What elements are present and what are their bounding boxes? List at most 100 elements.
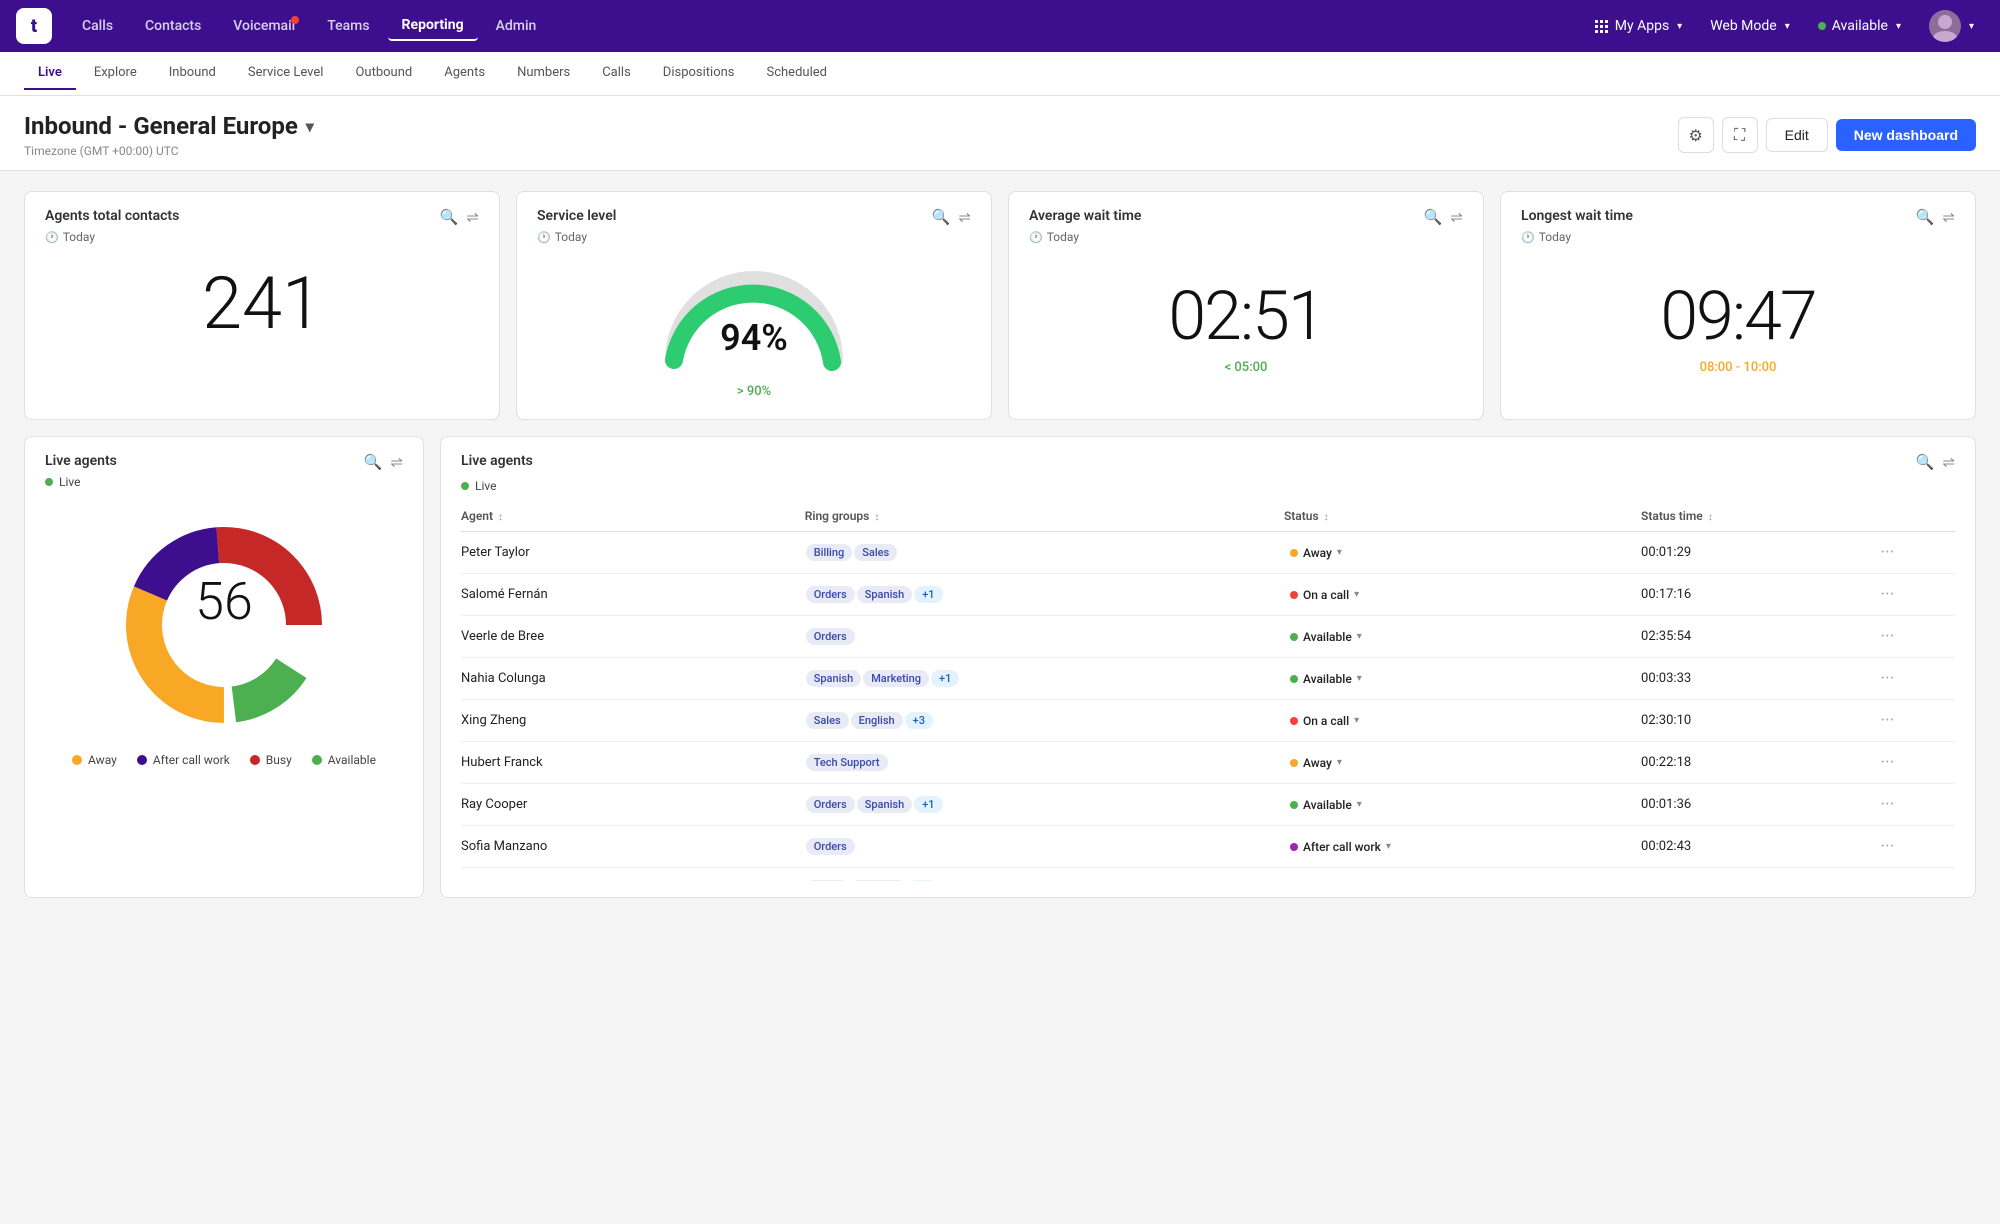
agents-contacts-icons: 🔍 ⇌ (440, 208, 479, 226)
subnav-live[interactable]: Live (24, 57, 76, 90)
subnav-dispositions[interactable]: Dispositions (649, 57, 749, 90)
nav-voicemail[interactable]: Voicemail (219, 12, 309, 40)
avg-wait-icons: 🔍 ⇌ (1424, 208, 1463, 226)
col-status-time[interactable]: Status time ↕ (1641, 501, 1880, 532)
row-more-button[interactable]: ··· (1880, 868, 1955, 882)
status-cell[interactable]: Available ▾ (1284, 616, 1641, 658)
table-row: Salomé FernánOrdersSpanish+1On a call ▾0… (461, 574, 1955, 616)
live-agents-table-filter-icon[interactable]: ⇌ (1942, 453, 1955, 471)
agents-table-header-row: Agent ↕ Ring groups ↕ Status ↕ Status ti… (461, 501, 1955, 532)
status-time-cell: 00:02:43 (1641, 826, 1880, 868)
status-chip[interactable]: Available ▾ (1284, 796, 1368, 814)
agent-name: Hubert Franck (461, 742, 805, 784)
ring-groups-cell: SalesEnglish+3 (805, 700, 1284, 742)
agents-contacts-search-icon[interactable]: 🔍 (440, 208, 459, 226)
status-chip[interactable]: Away ▾ (1284, 754, 1348, 772)
live-agents-donut-icons: 🔍 ⇌ (364, 453, 403, 471)
nav-reporting[interactable]: Reporting (388, 11, 478, 41)
edit-button[interactable]: Edit (1766, 118, 1828, 152)
col-ring-groups[interactable]: Ring groups ↕ (805, 501, 1284, 532)
nav-teams[interactable]: Teams (313, 12, 383, 40)
subnav-outbound[interactable]: Outbound (341, 57, 426, 90)
subnav-scheduled[interactable]: Scheduled (753, 57, 841, 90)
col-status[interactable]: Status ↕ (1284, 501, 1641, 532)
svg-text:56: 56 (195, 571, 253, 632)
subnav-calls[interactable]: Calls (588, 57, 645, 90)
status-chip[interactable]: Away ▾ (1284, 544, 1348, 562)
subnav-agents[interactable]: Agents (430, 57, 499, 90)
service-level-filter-icon[interactable]: ⇌ (958, 208, 971, 226)
nav-admin[interactable]: Admin (482, 12, 551, 40)
subnav-service-level[interactable]: Service Level (234, 57, 338, 90)
status-cell[interactable]: Away ▾ (1284, 742, 1641, 784)
dashboard-timezone: Timezone (GMT +00:00) UTC (24, 144, 1678, 158)
row-more-button[interactable]: ··· (1880, 742, 1955, 784)
longest-wait-threshold: 08:00 - 10:00 (1521, 360, 1955, 375)
status-cell[interactable]: After call work ▾ (1284, 826, 1641, 868)
longest-wait-filter-icon[interactable]: ⇌ (1942, 208, 1955, 226)
agent-name: Ray Cooper (461, 784, 805, 826)
dashboard-title-area: Inbound - General Europe ▾ Timezone (GMT… (24, 112, 1678, 158)
status-cell[interactable]: On a call ▾ (1284, 574, 1641, 616)
col-agent[interactable]: Agent ↕ (461, 501, 805, 532)
status-cell[interactable]: Away ▾ (1284, 532, 1641, 574)
web-mode-button[interactable]: Web Mode ▾ (1700, 12, 1800, 40)
status-chip[interactable]: Available ▾ (1284, 670, 1368, 688)
status-time-sort-icon: ↕ (1708, 512, 1713, 523)
row-more-button[interactable]: ··· (1880, 700, 1955, 742)
row-more-button[interactable]: ··· (1880, 784, 1955, 826)
longest-wait-search-icon[interactable]: 🔍 (1916, 208, 1935, 226)
live-agents-table-icons: 🔍 ⇌ (1916, 453, 1955, 471)
agents-table-scroll[interactable]: Agent ↕ Ring groups ↕ Status ↕ Status ti… (461, 501, 1955, 881)
status-chip[interactable]: Available ▾ (1284, 628, 1368, 646)
live-agents-table-title: Live agents (461, 453, 533, 469)
row-more-button[interactable]: ··· (1880, 658, 1955, 700)
subnav-numbers[interactable]: Numbers (503, 57, 584, 90)
service-level-widget: Service level 🔍 ⇌ 🕐 Today 94% (516, 191, 992, 420)
agents-contacts-filter-icon[interactable]: ⇌ (466, 208, 479, 226)
nav-calls[interactable]: Calls (68, 12, 127, 40)
avg-wait-filter-icon[interactable]: ⇌ (1450, 208, 1463, 226)
status-cell[interactable]: On a call ▾ (1284, 868, 1641, 882)
subnav-inbound[interactable]: Inbound (155, 57, 230, 90)
row-more-button[interactable]: ··· (1880, 532, 1955, 574)
service-level-clock-icon: 🕐 (537, 231, 551, 244)
ring-group-extra-tag: +3 (905, 712, 933, 729)
row-more-button[interactable]: ··· (1880, 616, 1955, 658)
ring-groups-cell: OrdersSpanish+1 (805, 784, 1284, 826)
status-chip[interactable]: On a call ▾ (1284, 712, 1365, 730)
ring-group-tag: Spanish (857, 586, 912, 603)
new-dashboard-button[interactable]: New dashboard (1836, 119, 1976, 151)
status-cell[interactable]: Available ▾ (1284, 784, 1641, 826)
user-menu-button[interactable]: ▾ (1919, 4, 1984, 48)
live-agents-donut-search-icon[interactable]: 🔍 (364, 453, 383, 471)
my-apps-button[interactable]: My Apps ▾ (1585, 12, 1692, 40)
row-more-button[interactable]: ··· (1880, 574, 1955, 616)
dashboard-dropdown-icon[interactable]: ▾ (306, 117, 314, 136)
fullscreen-button[interactable]: ⛶ (1722, 117, 1758, 153)
status-dropdown-icon: ▾ (1357, 799, 1362, 810)
live-agents-table-search-icon[interactable]: 🔍 (1916, 453, 1935, 471)
legend-available-dot (312, 755, 322, 765)
status-time-cell: 00:03:33 (1641, 658, 1880, 700)
status-cell[interactable]: Available ▾ (1284, 658, 1641, 700)
live-agents-donut-filter-icon[interactable]: ⇌ (390, 453, 403, 471)
status-chip[interactable]: On a call ▾ (1284, 586, 1365, 604)
status-chip[interactable]: On a call ▾ (1284, 880, 1365, 882)
ring-groups-cell: SalesSpanish+1 (805, 868, 1284, 882)
settings-button[interactable]: ⚙ (1678, 117, 1714, 153)
status-chip[interactable]: After call work ▾ (1284, 838, 1397, 856)
row-more-button[interactable]: ··· (1880, 826, 1955, 868)
available-chevron-icon: ▾ (1896, 21, 1901, 32)
service-level-search-icon[interactable]: 🔍 (932, 208, 951, 226)
status-time-cell: 02:30:10 (1641, 700, 1880, 742)
nav-contacts[interactable]: Contacts (131, 12, 215, 40)
status-cell[interactable]: On a call ▾ (1284, 700, 1641, 742)
table-live-dot (461, 482, 469, 490)
donut-legend: Away After call work Busy Available (72, 753, 376, 767)
status-dot (1290, 675, 1298, 683)
avg-wait-search-icon[interactable]: 🔍 (1424, 208, 1443, 226)
status-dropdown-icon: ▾ (1386, 841, 1391, 852)
subnav-explore[interactable]: Explore (80, 57, 151, 90)
availability-button[interactable]: Available ▾ (1808, 12, 1911, 40)
